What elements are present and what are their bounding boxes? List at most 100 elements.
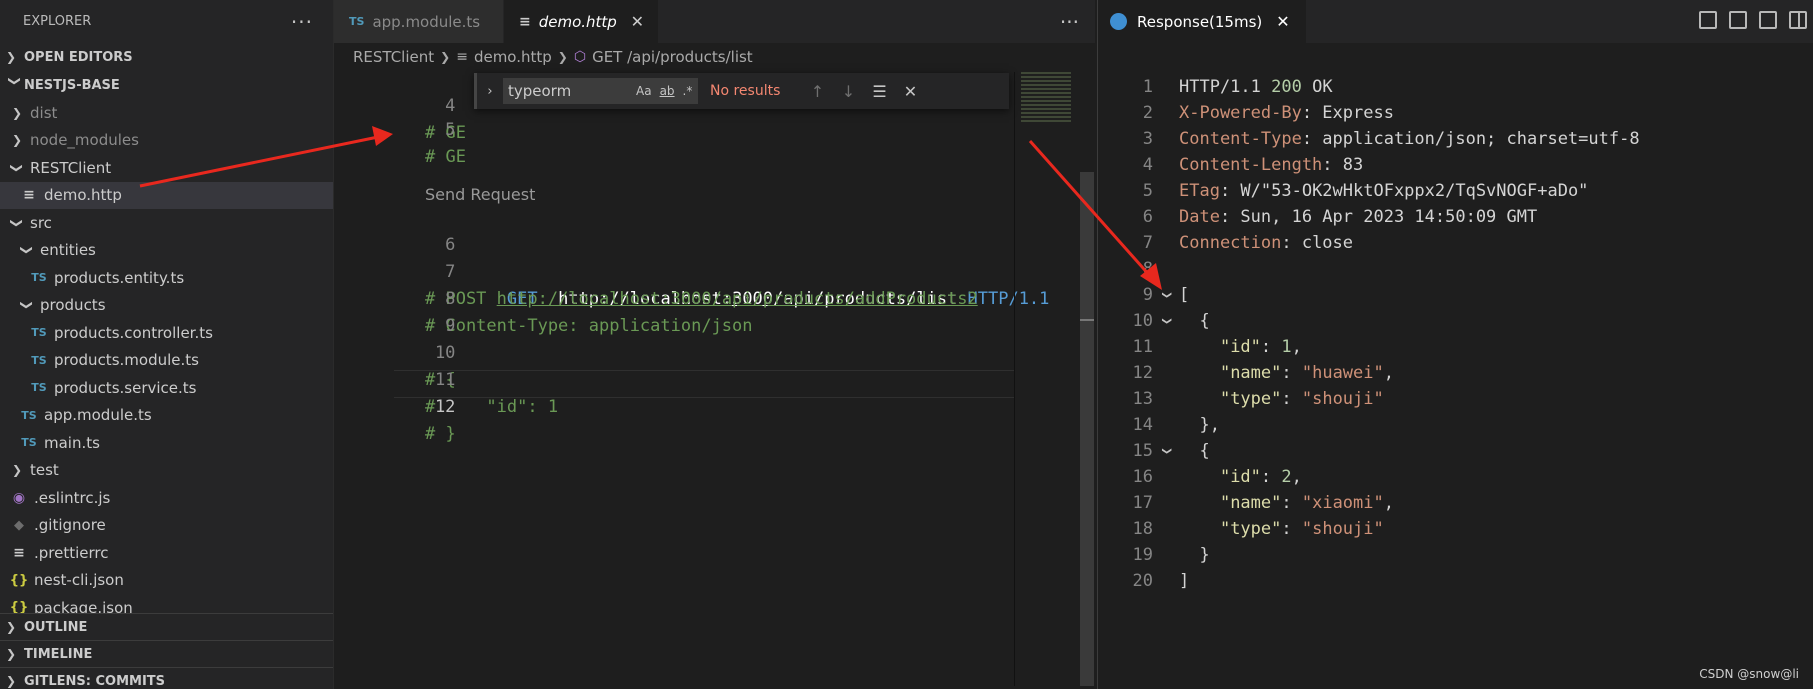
token: Connection [1179, 233, 1282, 253]
breadcrumb-item-folder[interactable]: RESTClient [353, 48, 434, 66]
tab-label: app.module.ts [372, 12, 481, 31]
file-item[interactable]: ◉ .eslintrc.js [0, 484, 333, 512]
copy-response-icon[interactable] [1759, 11, 1777, 29]
typescript-file-icon: TS [21, 408, 37, 422]
send-request-codelens[interactable]: Send Request [425, 185, 535, 204]
token: : Sun, 16 Apr 2023 14:50:09 GMT [1219, 207, 1538, 227]
line-text: # GE [425, 147, 466, 167]
find-input[interactable] [508, 82, 628, 100]
token: "name" [1219, 493, 1282, 513]
eslint-file-icon: ◉ [12, 489, 26, 506]
tree-item-label: .eslintrc.js [34, 488, 111, 507]
token: "id" [1219, 337, 1261, 357]
close-icon[interactable]: ✕ [895, 82, 926, 101]
token: }, [1179, 415, 1220, 435]
chevron-right-icon: ❯ [11, 463, 23, 478]
folder-item[interactable]: ❯ src [0, 209, 333, 237]
scrollbar-thumb[interactable] [1080, 172, 1094, 686]
fold-chevron-icon[interactable]: ❯ [1151, 317, 1181, 325]
previous-match-icon[interactable]: ↑ [802, 82, 833, 101]
token: : application/json; charset=utf-8 [1301, 129, 1640, 149]
folder-item[interactable]: ❯ RESTClient [0, 154, 333, 182]
file-item[interactable]: TS products.entity.ts [0, 264, 333, 292]
minimap[interactable] [1014, 72, 1071, 686]
chevron-down-icon: ❯ [20, 245, 34, 256]
file-item[interactable]: TS products.controller.ts [0, 319, 333, 347]
file-item[interactable]: TS app.module.ts [0, 402, 333, 430]
breadcrumb-item-symbol[interactable]: GET /api/products/list [592, 48, 753, 66]
gitlens-commits-section[interactable]: ❯ GITLENS: COMMITS [0, 668, 333, 689]
gitlens-label: GITLENS: COMMITS [24, 673, 166, 689]
find-result-count: No results [710, 83, 781, 99]
json-file-icon: {} [9, 572, 29, 588]
folder-item[interactable]: ❯ entities [0, 237, 333, 265]
project-label: NESTJS-BASE [24, 77, 120, 93]
file-item[interactable]: ≡ .prettierrc [0, 539, 333, 567]
token: : close [1281, 233, 1354, 253]
file-item[interactable]: TS products.module.ts [0, 347, 333, 375]
split-editor-icon[interactable] [1789, 11, 1807, 29]
chevron-right-icon: ❯ [557, 50, 568, 64]
token: Content-Type [1179, 129, 1302, 149]
next-match-icon[interactable]: ↓ [833, 82, 864, 101]
typescript-file-icon: TS [31, 271, 47, 285]
explorer-more-actions-icon[interactable]: ··· [291, 10, 313, 34]
find-input-box[interactable]: Aa ab .* [503, 78, 698, 104]
match-whole-word-icon[interactable]: ab [660, 84, 675, 98]
token: 1 [1281, 337, 1292, 357]
match-case-icon[interactable]: Aa [636, 84, 652, 98]
tree-item-label: dist [30, 103, 58, 122]
code-editor[interactable]: 4 # GE 5 # GE Send Request 6 GET http://… [334, 66, 1049, 686]
tab-response[interactable]: Response(15ms) ✕ [1098, 0, 1306, 43]
toggle-replace-chevron-icon[interactable]: › [477, 84, 503, 99]
close-icon[interactable]: ✕ [1276, 12, 1289, 31]
file-item[interactable]: ≡ demo.http [0, 181, 333, 209]
chevron-right-icon: ❯ [440, 50, 451, 64]
file-item[interactable]: {} nest-cli.json [0, 567, 333, 595]
folder-item[interactable]: ❯ products [0, 292, 333, 320]
token: 200 [1271, 77, 1302, 97]
folder-item[interactable]: ❯ dist [0, 99, 333, 127]
token: "type" [1219, 519, 1282, 539]
folder-item[interactable]: ❯ test [0, 457, 333, 485]
save-response-icon[interactable] [1699, 11, 1717, 29]
token: HTTP/1.1 [1179, 77, 1272, 97]
line-number: 12 [434, 397, 456, 417]
find-in-selection-icon[interactable]: ☰ [864, 82, 895, 101]
project-section[interactable]: ❯ NESTJS-BASE [0, 71, 333, 99]
vertical-scrollbar[interactable] [1080, 72, 1094, 686]
token: : W/"53-OK2wHktOFxppx2/TqSvNOGF+aDo" [1219, 181, 1589, 201]
save-response-body-icon[interactable] [1729, 11, 1747, 29]
typescript-file-icon: TS [31, 381, 47, 395]
file-item[interactable]: ◆ .gitignore [0, 512, 333, 540]
text-file-icon: ≡ [23, 187, 35, 204]
token: OK [1301, 77, 1333, 97]
outline-section[interactable]: ❯ OUTLINE [0, 614, 333, 641]
chevron-right-icon: ❯ [11, 105, 23, 120]
response-actions [1699, 11, 1807, 29]
file-item[interactable]: TS main.ts [0, 429, 333, 457]
breadcrumb-item-file[interactable]: demo.http [474, 48, 552, 66]
open-editors-section[interactable]: ❯ OPEN EDITORS [0, 43, 333, 71]
tab-app-module[interactable]: TS app.module.ts [334, 0, 504, 43]
token: , [1291, 467, 1302, 487]
tab-demo-http[interactable]: ≡ demo.http ✕ [504, 0, 659, 43]
close-icon[interactable]: ✕ [619, 12, 644, 31]
editor-more-actions-icon[interactable]: ··· [1060, 10, 1079, 34]
fold-chevron-icon[interactable]: ❯ [1151, 291, 1181, 299]
response-tab-label: Response(15ms) [1137, 12, 1263, 31]
code-line: 12 # } [334, 367, 1014, 444]
tree-item-label: node_modules [30, 131, 139, 150]
fold-chevron-icon[interactable]: ❯ [1151, 447, 1181, 455]
token: X-Powered-By [1179, 103, 1302, 123]
token: : [1260, 337, 1282, 357]
file-item[interactable]: TS products.service.ts [0, 374, 333, 402]
token: ] [1179, 571, 1190, 591]
use-regex-icon[interactable]: .* [683, 84, 693, 98]
rest-client-icon [1110, 13, 1127, 30]
folder-item[interactable]: ❯ node_modules [0, 127, 333, 155]
timeline-section[interactable]: ❯ TIMELINE [0, 641, 333, 668]
